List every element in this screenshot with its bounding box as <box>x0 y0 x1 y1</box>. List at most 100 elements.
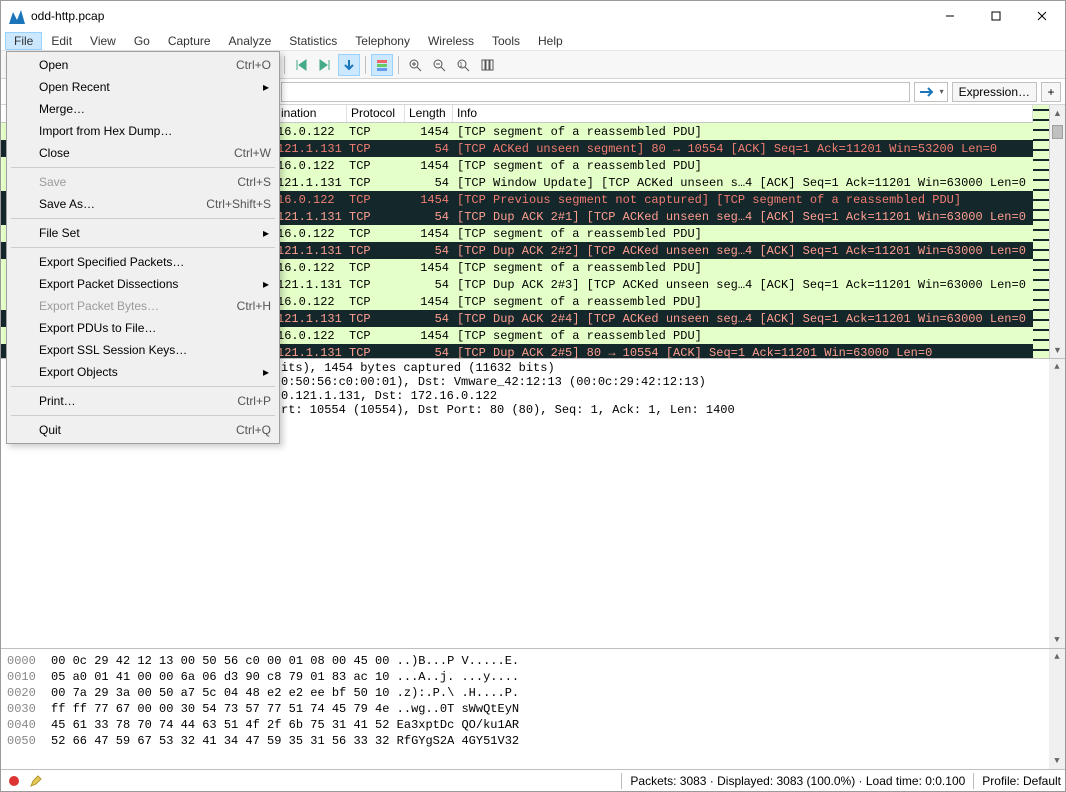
scroll-down-icon[interactable]: ▼ <box>1049 753 1065 769</box>
menu-wireless[interactable]: Wireless <box>419 32 483 50</box>
file-menu-close[interactable]: CloseCtrl+W <box>9 142 277 164</box>
menu-go[interactable]: Go <box>125 32 159 50</box>
hex-line[interactable]: 000000 0c 29 42 12 13 00 50 56 c0 00 01 … <box>7 653 1059 669</box>
file-menu-file-set[interactable]: File Set▸ <box>9 222 277 244</box>
hex-line[interactable]: 004045 61 33 78 70 74 44 63 51 4f 2f 6b … <box>7 717 1059 733</box>
expert-info-icon[interactable] <box>5 772 23 790</box>
file-menu-export-specified-packets[interactable]: Export Specified Packets… <box>9 251 277 273</box>
submenu-arrow-icon: ▸ <box>263 80 269 94</box>
menu-capture[interactable]: Capture <box>159 32 220 50</box>
cell-dest: 16.0.122 <box>277 159 349 173</box>
details-line[interactable]: 0:50:56:c0:00:01), Dst: Vmware_42:12:13 … <box>281 375 1061 389</box>
cell-dest: 121.1.131 <box>277 278 349 292</box>
details-line[interactable]: rt: 10554 (10554), Dst Port: 80 (80), Se… <box>281 403 1061 417</box>
col-length[interactable]: Length <box>405 105 453 122</box>
cell-info: [TCP Dup ACK 2#4] [TCP ACKed unseen seg…… <box>455 312 1033 326</box>
cell-proto: TCP <box>349 142 407 156</box>
cell-len: 54 <box>407 346 455 359</box>
hex-ascii: .z):.P.\ .H....P. <box>397 686 519 700</box>
hex-scrollbar[interactable]: ▲ ▼ <box>1049 649 1065 769</box>
edit-capture-comment-icon[interactable] <box>27 772 45 790</box>
scroll-up-icon[interactable]: ▲ <box>1050 105 1065 121</box>
menu-item-label: Export SSL Session Keys… <box>39 343 271 357</box>
cell-proto: TCP <box>349 227 407 241</box>
expression-button[interactable]: Expression… <box>952 82 1037 102</box>
autoscroll-icon[interactable] <box>338 54 360 76</box>
status-profile[interactable]: Profile: Default <box>982 774 1061 788</box>
cell-info: [TCP segment of a reassembled PDU] <box>455 227 1033 241</box>
menu-item-label: Save As… <box>39 197 206 211</box>
file-menu-export-objects[interactable]: Export Objects▸ <box>9 361 277 383</box>
cell-info: [TCP segment of a reassembled PDU] <box>455 329 1033 343</box>
zoom-in-icon[interactable] <box>404 54 426 76</box>
cell-len: 1454 <box>407 125 455 139</box>
apply-filter-button[interactable]: ▾ <box>914 82 948 102</box>
scroll-down-icon[interactable]: ▼ <box>1050 342 1065 358</box>
scroll-down-icon[interactable]: ▼ <box>1049 632 1065 648</box>
cell-proto: TCP <box>349 346 407 359</box>
file-menu-open[interactable]: OpenCtrl+O <box>9 54 277 76</box>
packet-scrollbar[interactable]: ▲ ▼ <box>1049 105 1065 358</box>
menu-telephony[interactable]: Telephony <box>346 32 419 50</box>
menu-item-label: Open <box>39 58 236 72</box>
minimize-button[interactable] <box>927 1 973 31</box>
col-destination[interactable]: ination <box>277 105 347 122</box>
menu-file[interactable]: File <box>5 32 42 50</box>
file-menu-open-recent[interactable]: Open Recent▸ <box>9 76 277 98</box>
col-info[interactable]: Info <box>453 105 1033 122</box>
hex-ascii: ...A..j. ...y.... <box>397 670 519 684</box>
packet-bytes-pane[interactable]: 000000 0c 29 42 12 13 00 50 56 c0 00 01 … <box>1 649 1065 769</box>
file-menu-export-pdus-to-file[interactable]: Export PDUs to File… <box>9 317 277 339</box>
hex-line[interactable]: 002000 7a 29 3a 00 50 a7 5c 04 48 e2 e2 … <box>7 685 1059 701</box>
file-menu-export-ssl-session-keys[interactable]: Export SSL Session Keys… <box>9 339 277 361</box>
details-line[interactable]: 0.121.1.131, Dst: 172.16.0.122 <box>281 389 1061 403</box>
menu-help[interactable]: Help <box>529 32 572 50</box>
cell-info: [TCP segment of a reassembled PDU] <box>455 125 1033 139</box>
file-menu-export-packet-dissections[interactable]: Export Packet Dissections▸ <box>9 273 277 295</box>
close-button[interactable] <box>1019 1 1065 31</box>
scroll-up-icon[interactable]: ▲ <box>1049 649 1065 665</box>
zoom-reset-icon[interactable]: 1 <box>452 54 474 76</box>
cell-len: 54 <box>407 176 455 190</box>
file-menu-import-from-hex-dump[interactable]: Import from Hex Dump… <box>9 120 277 142</box>
hex-line[interactable]: 0030ff ff 77 67 00 00 30 54 73 57 77 51 … <box>7 701 1059 717</box>
menu-tools[interactable]: Tools <box>483 32 529 50</box>
cell-proto: TCP <box>349 176 407 190</box>
menu-item-label: File Set <box>39 226 271 240</box>
menu-view[interactable]: View <box>81 32 125 50</box>
maximize-button[interactable] <box>973 1 1019 31</box>
cell-dest: 121.1.131 <box>277 210 349 224</box>
details-line[interactable]: its), 1454 bytes captured (11632 bits) <box>281 361 1061 375</box>
hex-bytes: 45 61 33 78 70 74 44 63 51 4f 2f 6b 75 3… <box>51 718 389 732</box>
menu-statistics[interactable]: Statistics <box>280 32 346 50</box>
file-menu-save-as[interactable]: Save As…Ctrl+Shift+S <box>9 193 277 215</box>
jump-last-icon[interactable] <box>314 54 336 76</box>
cell-proto: TCP <box>349 312 407 326</box>
colorize-icon[interactable] <box>371 54 393 76</box>
menu-edit[interactable]: Edit <box>42 32 81 50</box>
details-scrollbar[interactable]: ▲ ▼ <box>1049 359 1065 648</box>
hex-line[interactable]: 005052 66 47 59 67 53 32 41 34 47 59 35 … <box>7 733 1059 749</box>
menu-analyze[interactable]: Analyze <box>220 32 281 50</box>
hex-bytes: 00 0c 29 42 12 13 00 50 56 c0 00 01 08 0… <box>51 654 389 668</box>
resize-columns-icon[interactable] <box>476 54 498 76</box>
cell-info: [TCP segment of a reassembled PDU] <box>455 295 1033 309</box>
cell-dest: 121.1.131 <box>277 142 349 156</box>
file-menu-quit[interactable]: QuitCtrl+Q <box>9 419 277 441</box>
add-filter-button[interactable]: + <box>1041 82 1061 102</box>
file-menu-dropdown: OpenCtrl+OOpen Recent▸Merge…Import from … <box>6 51 280 444</box>
col-protocol[interactable]: Protocol <box>347 105 405 122</box>
display-filter-input[interactable] <box>281 82 910 102</box>
scroll-thumb[interactable] <box>1052 125 1063 139</box>
menu-item-label: Export Specified Packets… <box>39 255 271 269</box>
scroll-up-icon[interactable]: ▲ <box>1049 359 1065 375</box>
cell-info: [TCP segment of a reassembled PDU] <box>455 261 1033 275</box>
hex-line[interactable]: 001005 a0 01 41 00 00 6a 06 d3 90 c8 79 … <box>7 669 1059 685</box>
cell-dest: 16.0.122 <box>277 227 349 241</box>
cell-proto: TCP <box>349 244 407 258</box>
hex-offset: 0040 <box>7 717 51 733</box>
file-menu-merge[interactable]: Merge… <box>9 98 277 120</box>
zoom-out-icon[interactable] <box>428 54 450 76</box>
jump-first-icon[interactable] <box>290 54 312 76</box>
file-menu-print[interactable]: Print…Ctrl+P <box>9 390 277 412</box>
